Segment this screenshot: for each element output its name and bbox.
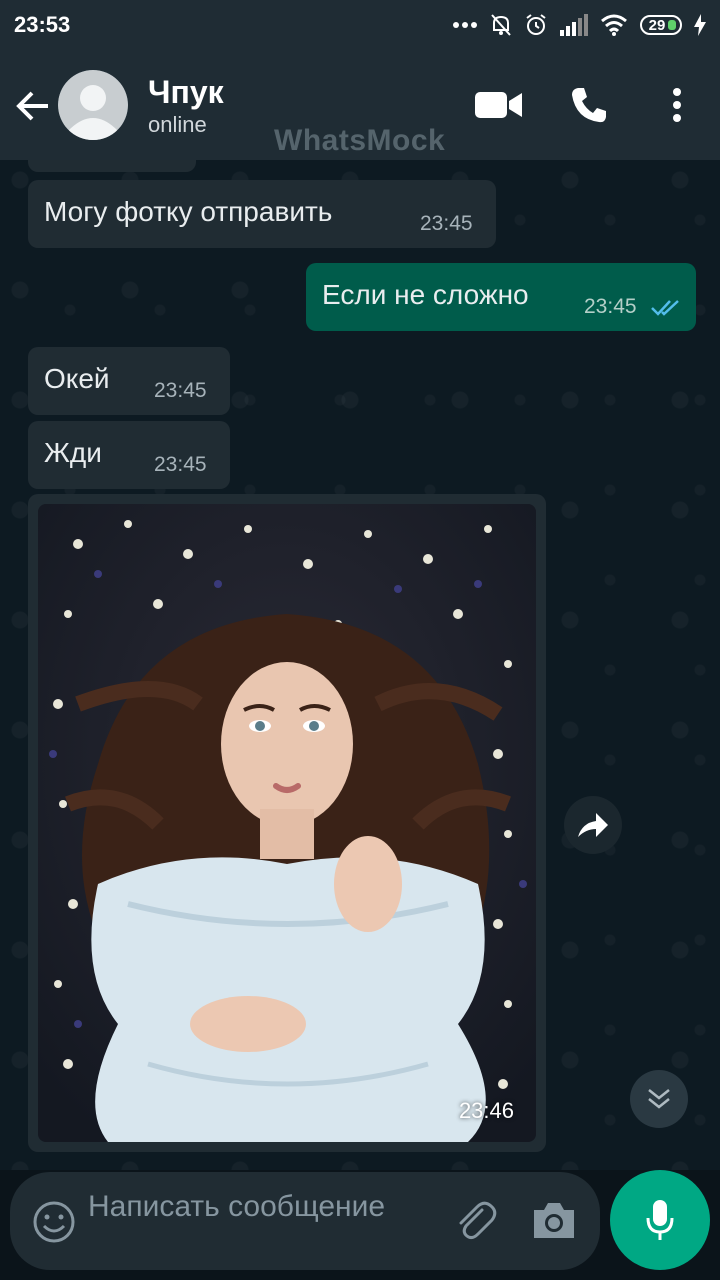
alarm-icon bbox=[524, 13, 548, 37]
video-call-button[interactable] bbox=[474, 82, 524, 128]
status-bar: 23:53 29 bbox=[0, 0, 720, 50]
message-bubble-outgoing[interactable]: Если не сложно 23:45 bbox=[306, 263, 696, 331]
message-time: 23:45 bbox=[584, 295, 637, 318]
message-text: Если не сложно bbox=[322, 279, 529, 310]
smiley-icon bbox=[33, 1201, 75, 1243]
avatar[interactable] bbox=[58, 70, 128, 140]
message-bubble-incoming[interactable]: Жди 23:45 bbox=[28, 421, 230, 489]
share-arrow-icon bbox=[578, 813, 608, 837]
battery-indicator: 29 bbox=[640, 15, 682, 35]
contact-status: online bbox=[148, 112, 207, 137]
message-composer: Написать сообщение bbox=[10, 1172, 600, 1270]
back-button[interactable] bbox=[14, 86, 54, 126]
default-avatar-icon bbox=[58, 70, 128, 140]
status-icons: 29 bbox=[452, 13, 706, 37]
message-text: Жди bbox=[44, 437, 102, 468]
double-check-icon bbox=[651, 300, 679, 316]
message-input[interactable]: Написать сообщение bbox=[88, 1186, 388, 1228]
paperclip-icon bbox=[459, 1201, 497, 1240]
status-time: 23:53 bbox=[14, 12, 71, 37]
video-camera-icon bbox=[475, 92, 522, 118]
signal-icon bbox=[560, 13, 588, 37]
wifi-icon bbox=[600, 13, 628, 37]
message-time: 23:45 bbox=[420, 212, 473, 235]
menu-button[interactable] bbox=[652, 82, 702, 128]
voice-call-button[interactable] bbox=[564, 82, 614, 128]
portrait-photo bbox=[38, 504, 536, 1142]
chat-header: Чпук online WhatsMock bbox=[0, 50, 720, 160]
attach-button[interactable] bbox=[452, 1198, 498, 1244]
message-bubble-partial bbox=[28, 160, 196, 172]
message-time: 23:45 bbox=[154, 379, 207, 402]
camera-button[interactable] bbox=[530, 1200, 578, 1244]
more-dots-icon bbox=[452, 13, 478, 37]
photo-image[interactable]: 23:46 bbox=[38, 504, 536, 1142]
mute-bell-icon bbox=[490, 13, 512, 37]
photo-message[interactable]: 23:46 bbox=[28, 494, 546, 1152]
watermark: WhatsMock bbox=[274, 124, 446, 157]
charging-icon bbox=[694, 13, 706, 37]
chat-area[interactable]: Могу фотку отправить 23:45 Если не сложн… bbox=[0, 160, 720, 1170]
arrow-left-icon bbox=[16, 91, 48, 121]
camera-icon bbox=[534, 1203, 574, 1238]
photo-time: 23:46 bbox=[458, 1098, 514, 1123]
chevron-double-down-icon bbox=[648, 1089, 670, 1109]
message-time: 23:45 bbox=[154, 453, 207, 476]
voice-record-button[interactable] bbox=[610, 1170, 710, 1270]
emoji-button[interactable] bbox=[32, 1200, 76, 1244]
message-text: Могу фотку отправить bbox=[44, 196, 333, 227]
more-vertical-icon bbox=[673, 88, 681, 122]
message-text: Окей bbox=[44, 363, 110, 394]
scroll-down-button[interactable] bbox=[630, 1070, 688, 1128]
phone-icon bbox=[572, 88, 606, 123]
message-bubble-incoming[interactable]: Окей 23:45 bbox=[28, 347, 230, 415]
microphone-icon bbox=[646, 1200, 674, 1240]
battery-level: 29 bbox=[648, 16, 666, 34]
message-bubble-incoming[interactable]: Могу фотку отправить 23:45 bbox=[28, 180, 496, 248]
contact-name[interactable]: Чпук bbox=[148, 74, 224, 111]
forward-button[interactable] bbox=[564, 796, 622, 854]
